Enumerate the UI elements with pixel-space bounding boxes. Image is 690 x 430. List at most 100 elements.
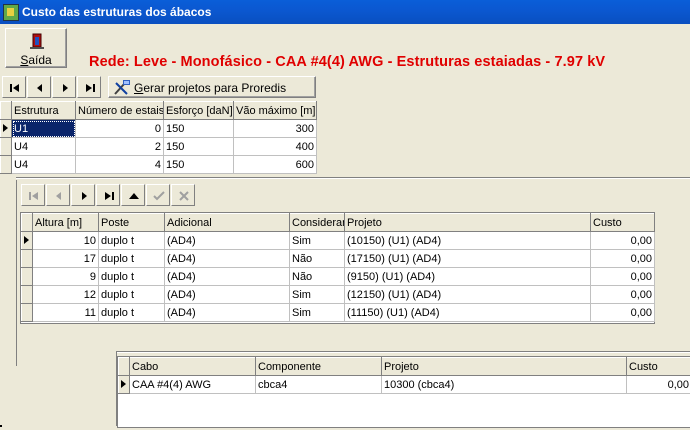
col-considerar[interactable]: Considerar — [289, 213, 345, 232]
cell-projeto[interactable]: (17150) (U1) (AD4) — [344, 249, 591, 268]
cell-adicional[interactable]: (AD4) — [164, 231, 290, 250]
table-row[interactable]: CAA #4(4) AWG cbca4 10300 (cbca4) 0,00 — [118, 375, 690, 394]
table-row[interactable]: 12 duplo t (AD4) Sim (12150) (U1) (AD4) … — [21, 285, 655, 304]
cell-componente[interactable]: cbca4 — [255, 375, 382, 394]
col-estrutura[interactable]: Estrutura — [11, 101, 76, 120]
cell-numero-estais[interactable]: 2 — [75, 137, 164, 156]
table-row[interactable]: U4 2 150 400 — [0, 137, 317, 156]
col-vao-maximo[interactable]: Vão máximo [m] — [233, 101, 317, 120]
cell-considerar[interactable]: Não — [289, 249, 345, 268]
next-record-button-2[interactable] — [71, 184, 95, 206]
table-row[interactable]: U4 4 150 600 — [0, 155, 317, 174]
cell-esforco[interactable]: 150 — [163, 119, 234, 138]
exit-button[interactable]: Saída — [5, 28, 67, 68]
cell-poste[interactable]: duplo t — [98, 303, 165, 322]
cell-vao-maximo[interactable]: 300 — [233, 119, 317, 138]
cell-poste[interactable]: duplo t — [98, 267, 165, 286]
network-heading: Rede: Leve - Monofásico - CAA #4(4) AWG … — [89, 54, 606, 70]
cell-custo[interactable]: 0,00 — [590, 267, 655, 286]
cell-estrutura[interactable]: U4 — [11, 137, 76, 156]
cell-adicional[interactable]: (AD4) — [164, 285, 290, 304]
cell-considerar[interactable]: Sim — [289, 285, 345, 304]
col-cabo[interactable]: Cabo — [129, 357, 256, 376]
cell-adicional[interactable]: (AD4) — [164, 249, 290, 268]
table-row[interactable]: 10 duplo t (AD4) Sim (10150) (U1) (AD4) … — [21, 231, 655, 250]
structures-grid: Estrutura Número de estais Esforço [daN]… — [0, 101, 690, 174]
cell-projeto[interactable]: (9150) (U1) (AD4) — [344, 267, 591, 286]
cell-altura[interactable]: 9 — [32, 267, 99, 286]
cell-poste[interactable]: duplo t — [98, 249, 165, 268]
cell-cabo[interactable]: CAA #4(4) AWG — [129, 375, 256, 394]
row-indicator — [0, 155, 12, 174]
col-adicional[interactable]: Adicional — [164, 213, 290, 232]
current-row-indicator — [118, 375, 130, 394]
last-record-button[interactable] — [77, 76, 101, 98]
prior-record-button[interactable] — [27, 76, 51, 98]
heights-header-row: Altura [m] Poste Adicional Considerar Pr… — [21, 213, 655, 232]
cables-grid: Cabo Componente Projeto Custo CAA #4(4) … — [117, 356, 690, 428]
row-indicator — [21, 285, 33, 304]
corner-mark — [0, 425, 2, 427]
cell-considerar[interactable]: Sim — [289, 231, 345, 250]
cancel-record-button[interactable] — [171, 184, 195, 206]
col-componente[interactable]: Componente — [255, 357, 382, 376]
cell-projeto[interactable]: (10150) (U1) (AD4) — [344, 231, 591, 250]
cell-esforco[interactable]: 150 — [163, 137, 234, 156]
cell-esforco[interactable]: 150 — [163, 155, 234, 174]
cell-vao-maximo[interactable]: 400 — [233, 137, 317, 156]
table-row[interactable]: 17 duplo t (AD4) Não (17150) (U1) (AD4) … — [21, 249, 655, 268]
cell-considerar[interactable]: Não — [289, 267, 345, 286]
cell-projeto[interactable]: 10300 (cbca4) — [381, 375, 627, 394]
cables-header-row: Cabo Componente Projeto Custo — [118, 357, 690, 376]
cell-custo[interactable]: 0,00 — [590, 231, 655, 250]
cell-estrutura[interactable]: U1 — [11, 119, 76, 138]
table-row[interactable]: 9 duplo t (AD4) Não (9150) (U1) (AD4) 0,… — [21, 267, 655, 286]
col-custo[interactable]: Custo — [626, 357, 690, 376]
first-record-button[interactable] — [2, 76, 26, 98]
cell-custo[interactable]: 0,00 — [626, 375, 690, 394]
cell-custo[interactable]: 0,00 — [590, 303, 655, 322]
cell-custo[interactable]: 0,00 — [590, 285, 655, 304]
col-poste[interactable]: Poste — [98, 213, 165, 232]
col-esforco[interactable]: Esforço [daN] — [163, 101, 234, 120]
cell-numero-estais[interactable]: 0 — [75, 119, 164, 138]
cell-numero-estais[interactable]: 4 — [75, 155, 164, 174]
cell-adicional[interactable]: (AD4) — [164, 267, 290, 286]
cell-considerar[interactable]: Sim — [289, 303, 345, 322]
col-custo[interactable]: Custo — [590, 213, 655, 232]
cell-vao-maximo[interactable]: 600 — [233, 155, 317, 174]
cell-altura[interactable]: 12 — [32, 285, 99, 304]
structures-header-row: Estrutura Número de estais Esforço [daN]… — [0, 101, 317, 120]
col-numero-estais[interactable]: Número de estais — [75, 101, 164, 120]
post-icon — [153, 191, 165, 201]
col-projeto[interactable]: Projeto — [344, 213, 591, 232]
app-icon — [3, 4, 19, 21]
current-row-indicator — [21, 231, 33, 250]
post-record-button[interactable] — [146, 184, 170, 206]
generate-proredis-button[interactable]: Gerar projetos para Proredis — [108, 76, 316, 98]
next-record-button[interactable] — [52, 76, 76, 98]
cell-projeto[interactable]: (11150) (U1) (AD4) — [344, 303, 591, 322]
cell-altura[interactable]: 10 — [32, 231, 99, 250]
col-altura[interactable]: Altura [m] — [32, 213, 99, 232]
exit-door-icon — [30, 33, 44, 49]
insert-record-button[interactable] — [121, 184, 145, 206]
cell-poste[interactable]: duplo t — [98, 231, 165, 250]
table-row[interactable]: U1 0 150 300 — [0, 119, 317, 138]
splitter-lower[interactable] — [116, 351, 690, 353]
last-record-icon — [105, 192, 114, 200]
cell-poste[interactable]: duplo t — [98, 285, 165, 304]
cell-altura[interactable]: 11 — [32, 303, 99, 322]
cell-custo[interactable]: 0,00 — [590, 249, 655, 268]
table-row[interactable]: 11 duplo t (AD4) Sim (11150) (U1) (AD4) … — [21, 303, 655, 322]
col-projeto[interactable]: Projeto — [381, 357, 627, 376]
cell-altura[interactable]: 17 — [32, 249, 99, 268]
first-record-button-2[interactable] — [21, 184, 45, 206]
last-record-button-2[interactable] — [96, 184, 120, 206]
cell-adicional[interactable]: (AD4) — [164, 303, 290, 322]
cell-estrutura[interactable]: U4 — [11, 155, 76, 174]
row-indicator-header — [0, 101, 12, 120]
prior-record-button-2[interactable] — [46, 184, 70, 206]
cell-projeto[interactable]: (12150) (U1) (AD4) — [344, 285, 591, 304]
splitter[interactable] — [16, 177, 690, 179]
